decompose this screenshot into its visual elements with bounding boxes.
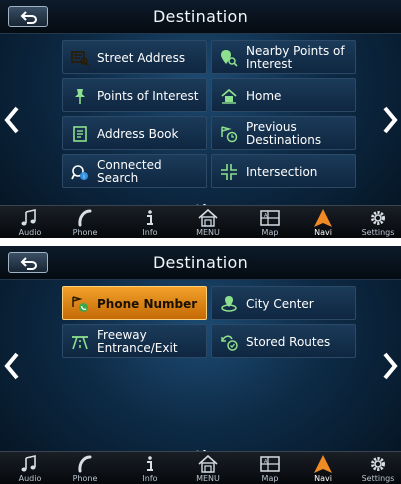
info-button[interactable]: Info bbox=[125, 206, 175, 238]
tile-label: Address Book bbox=[97, 126, 179, 141]
page-indicator bbox=[0, 441, 401, 453]
home-icon bbox=[221, 88, 237, 104]
phone-number-icon bbox=[72, 296, 88, 312]
info-icon bbox=[147, 456, 153, 471]
address-book-button[interactable]: Address Book bbox=[62, 116, 207, 150]
settings-label: Settings bbox=[361, 228, 395, 237]
navi-button[interactable]: Navi bbox=[298, 452, 348, 484]
phone-button[interactable]: Phone bbox=[60, 452, 110, 484]
phone-label: Phone bbox=[72, 474, 98, 483]
page-title: Destination bbox=[152, 253, 249, 272]
tile-label: Nearby Points of Interest bbox=[246, 44, 345, 71]
previous-destinations-icon bbox=[221, 126, 238, 143]
phone-number-button[interactable]: Phone Number bbox=[62, 286, 207, 320]
screen-separator bbox=[0, 238, 401, 246]
map-button[interactable]: A Map bbox=[245, 452, 295, 484]
page-title: Destination bbox=[152, 7, 249, 26]
audio-icon bbox=[21, 209, 36, 226]
map-label: Map bbox=[261, 228, 279, 237]
freeway-entrance-exit-button[interactable]: Freeway Entrance/Exit bbox=[62, 324, 207, 358]
settings-button[interactable]: Settings bbox=[353, 206, 401, 238]
pin-icon bbox=[75, 89, 85, 104]
nearby-points-of-interest-button[interactable]: Nearby Points of Interest bbox=[211, 40, 356, 74]
tile-label: Previous Destinations bbox=[246, 120, 322, 147]
destination-screen-page-2: Destination Phone Number City Center Fre… bbox=[0, 246, 401, 484]
settings-icon bbox=[371, 457, 385, 471]
title-bar: Destination bbox=[0, 246, 401, 280]
phone-button[interactable]: Phone bbox=[60, 206, 110, 238]
address-book-icon bbox=[73, 126, 87, 142]
connected-search-icon: i bbox=[71, 165, 88, 181]
title-bar: Destination bbox=[0, 0, 401, 34]
tile-label: Street Address bbox=[97, 50, 186, 65]
next-page-button[interactable] bbox=[378, 346, 400, 386]
menu-button[interactable]: MENU bbox=[183, 206, 233, 238]
phone-icon bbox=[78, 455, 92, 473]
menu-home-icon bbox=[198, 209, 218, 227]
stored-routes-button[interactable]: Stored Routes bbox=[211, 324, 356, 358]
settings-icon bbox=[371, 211, 385, 225]
audio-label: Audio bbox=[18, 474, 42, 483]
previous-destinations-button[interactable]: Previous Destinations bbox=[211, 116, 356, 150]
map-icon: A bbox=[260, 456, 280, 472]
settings-label: Settings bbox=[361, 474, 395, 483]
info-label: Info bbox=[142, 228, 158, 237]
bottom-navigation-bar: Audio Phone Info MENU A Map Navi Setting… bbox=[0, 205, 401, 238]
previous-page-button[interactable] bbox=[2, 100, 24, 140]
city-center-button[interactable]: City Center bbox=[211, 286, 356, 320]
menu-button[interactable]: MENU bbox=[183, 452, 233, 484]
chevron-left-icon bbox=[4, 106, 19, 134]
map-icon: A bbox=[260, 210, 280, 226]
street-address-button[interactable]: Street Address bbox=[62, 40, 207, 74]
navi-icon bbox=[314, 209, 332, 227]
tile-label: City Center bbox=[246, 296, 314, 311]
phone-label: Phone bbox=[72, 228, 98, 237]
chevron-right-icon bbox=[383, 352, 398, 380]
city-center-icon bbox=[221, 296, 237, 312]
chevron-left-icon bbox=[4, 352, 19, 380]
intersection-button[interactable]: Intersection bbox=[211, 154, 356, 188]
tile-label: Phone Number bbox=[97, 296, 198, 311]
tile-label: Home bbox=[246, 88, 282, 103]
navi-icon bbox=[314, 455, 332, 473]
map-button[interactable]: A Map bbox=[245, 206, 295, 238]
navi-button[interactable]: Navi bbox=[298, 206, 348, 238]
tile-label: Intersection bbox=[246, 164, 318, 179]
audio-button[interactable]: Audio bbox=[5, 206, 55, 238]
stored-routes-icon bbox=[221, 335, 238, 351]
menu-label: MENU bbox=[196, 228, 220, 237]
svg-text:A: A bbox=[264, 213, 268, 219]
navi-label: Navi bbox=[314, 228, 332, 237]
intersection-icon bbox=[221, 164, 237, 180]
bottom-navigation-bar: Audio Phone Info MENU A Map Navi Setting… bbox=[0, 451, 401, 484]
menu-label: MENU bbox=[196, 474, 220, 483]
tile-label: Points of Interest bbox=[97, 88, 199, 103]
svg-text:A: A bbox=[264, 459, 268, 465]
audio-icon bbox=[21, 455, 36, 472]
info-button[interactable]: Info bbox=[125, 452, 175, 484]
info-label: Info bbox=[142, 474, 158, 483]
menu-home-icon bbox=[198, 455, 218, 473]
page-indicator bbox=[0, 195, 401, 207]
map-label: Map bbox=[261, 474, 279, 483]
tile-label: Stored Routes bbox=[246, 334, 331, 349]
home-button[interactable]: Home bbox=[211, 78, 356, 112]
previous-page-button[interactable] bbox=[2, 346, 24, 386]
freeway-icon bbox=[72, 336, 88, 350]
next-page-button[interactable] bbox=[378, 100, 400, 140]
nearby-poi-icon bbox=[221, 50, 238, 67]
audio-button[interactable]: Audio bbox=[5, 452, 55, 484]
street-address-icon bbox=[71, 51, 89, 67]
phone-icon bbox=[78, 209, 92, 227]
tile-label: Connected Search bbox=[97, 158, 162, 185]
points-of-interest-button[interactable]: Points of Interest bbox=[62, 78, 207, 112]
info-icon bbox=[147, 210, 153, 225]
audio-label: Audio bbox=[18, 228, 42, 237]
chevron-right-icon bbox=[383, 106, 398, 134]
connected-search-button[interactable]: i Connected Search bbox=[62, 154, 207, 188]
tile-label: Freeway Entrance/Exit bbox=[97, 328, 178, 355]
settings-button[interactable]: Settings bbox=[353, 452, 401, 484]
navi-label: Navi bbox=[314, 474, 332, 483]
destination-screen-page-1: Destination Street Address Nearby Points… bbox=[0, 0, 401, 238]
